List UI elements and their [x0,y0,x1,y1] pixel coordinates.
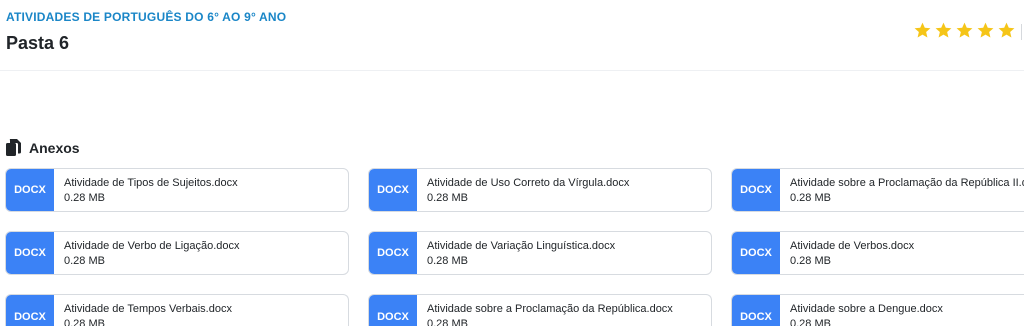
file-type-badge: DOCX [732,169,780,211]
file-size: 0.28 MB [64,318,105,326]
header-divider [1021,24,1022,40]
star-icon[interactable] [955,21,974,40]
star-rating[interactable] [913,21,1016,40]
file-type-badge: DOCX [369,169,417,211]
file-size: 0.28 MB [790,318,831,326]
file-name[interactable]: Atividade de Verbos.docx [790,240,914,252]
file-size: 0.28 MB [790,192,831,204]
attachment-card[interactable]: DOCX Atividade sobre a Proclamação da Re… [731,168,1024,212]
file-type-badge: DOCX [732,295,780,326]
attachment-card[interactable]: DOCX Atividade de Tempos Verbais.docx 0.… [5,294,349,326]
file-name[interactable]: Atividade sobre a Dengue.docx [790,303,943,315]
file-type-badge: DOCX [369,295,417,326]
attachment-card[interactable]: DOCX Atividade sobre a Proclamação da Re… [368,294,712,326]
file-name[interactable]: Atividade de Tempos Verbais.docx [64,303,232,315]
attachment-card[interactable]: DOCX Atividade de Variação Linguística.d… [368,231,712,275]
star-icon[interactable] [997,21,1016,40]
file-size: 0.28 MB [427,192,468,204]
star-icon[interactable] [913,21,932,40]
file-size: 0.28 MB [64,192,105,204]
file-type-badge: DOCX [6,232,54,274]
file-type-badge: DOCX [6,295,54,326]
page-title: Pasta 6 [6,33,70,53]
attachment-card[interactable]: DOCX Atividade de Verbos.docx 0.28 MB [731,231,1024,275]
file-size: 0.28 MB [427,255,468,267]
page-header: ATIVIDADES DE PORTUGUÊS DO 6° AO 9° ANO … [0,0,1024,71]
file-name[interactable]: Atividade de Tipos de Sujeitos.docx [64,177,238,189]
file-name[interactable]: Atividade sobre a Proclamação da Repúbli… [427,303,673,315]
file-type-badge: DOCX [732,232,780,274]
file-type-badge: DOCX [369,232,417,274]
attachments-heading: Anexos [6,139,80,156]
attachments-title: Anexos [29,139,80,156]
attachment-card[interactable]: DOCX Atividade de Uso Correto da Vírgula… [368,168,712,212]
file-size: 0.28 MB [64,255,105,267]
attachment-card[interactable]: DOCX Atividade sobre a Dengue.docx 0.28 … [731,294,1024,326]
file-size: 0.28 MB [790,255,831,267]
file-name[interactable]: Atividade sobre a Proclamação da Repúbli… [790,177,1024,189]
category-link[interactable]: ATIVIDADES DE PORTUGUÊS DO 6° AO 9° ANO [6,10,286,24]
file-name[interactable]: Atividade de Verbo de Ligação.docx [64,240,240,252]
attachment-card[interactable]: DOCX Atividade de Tipos de Sujeitos.docx… [5,168,349,212]
file-type-badge: DOCX [6,169,54,211]
star-icon[interactable] [934,21,953,40]
star-icon[interactable] [976,21,995,40]
file-size: 0.28 MB [427,318,468,326]
file-name[interactable]: Atividade de Uso Correto da Vírgula.docx [427,177,629,189]
attachment-card[interactable]: DOCX Atividade de Verbo de Ligação.docx … [5,231,349,275]
files-icon [6,139,21,156]
file-name[interactable]: Atividade de Variação Linguística.docx [427,240,615,252]
